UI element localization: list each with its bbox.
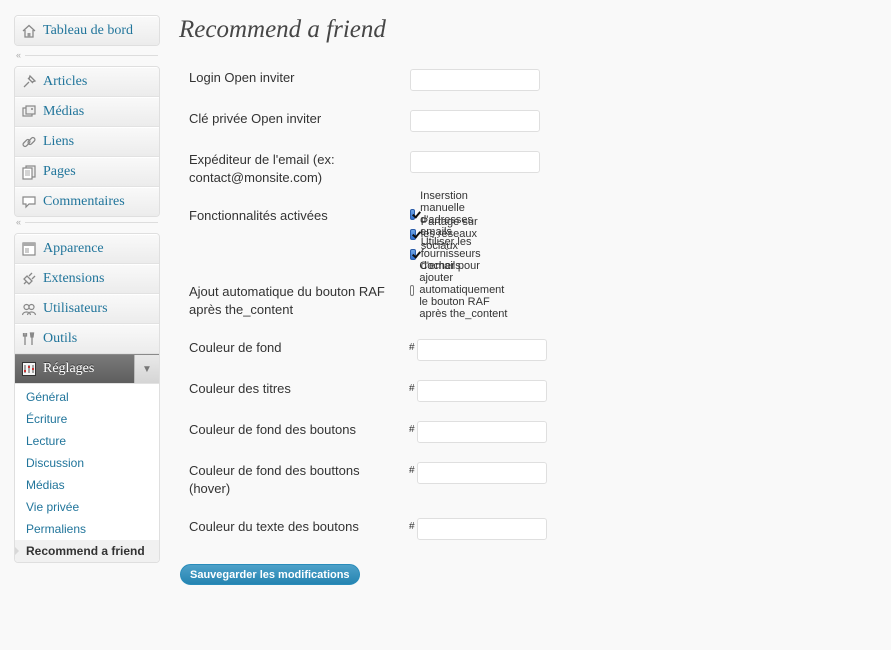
settings-submenu: Général Écriture Lecture Discussion Médi… [15,384,159,562]
sender-label: Expéditeur de l'email (ex: contact@monsi… [189,152,335,185]
titles-color-label: Couleur des titres [189,381,291,396]
button-hover-color-label: Couleur de fond des bouttons (hover) [189,463,360,496]
pages-icon [21,164,37,180]
button-hover-color-input[interactable] [417,462,547,484]
menu-item-commentaires[interactable]: Commentaires [15,187,159,216]
menu-label-pages: Pages [43,164,76,179]
submenu-vie-privee[interactable]: Vie privée [15,496,159,518]
pin-icon [21,74,37,90]
menu-item-articles[interactable]: Articles [15,67,159,97]
hash-prefix: # [409,342,415,353]
feature-manual-checkbox[interactable] [410,208,416,220]
private-key-input[interactable] [410,110,540,132]
page-title: Recommend a friend [179,16,386,43]
menu-label-articles: Articles [43,74,88,89]
menu-label-apparence: Apparence [43,241,104,256]
users-icon [21,301,37,317]
login-label: Login Open inviter [189,70,295,85]
menu-label-medias: Médias [43,104,85,119]
menu-item-medias[interactable]: Médias [15,97,159,127]
admin-menu: Apparence Extensions Utilisateurs Outils… [14,233,160,563]
tools-icon [21,331,37,347]
auto-button-option-label: Cocher pour ajouter automatiquement le b… [419,260,508,320]
bg-color-input[interactable] [417,339,547,361]
submenu-general[interactable]: Général [15,386,159,408]
collapse-arrows-icon: « [16,49,22,60]
button-bg-color-label: Couleur de fond des boutons [189,422,356,437]
hash-prefix: # [409,383,415,394]
plug-icon [21,271,37,287]
dashboard-menu: Tableau de bord [14,15,160,46]
hash-prefix: # [409,424,415,435]
key-label: Clé privée Open inviter [189,111,322,126]
collapse-arrows-icon: « [16,216,22,227]
submenu-lecture[interactable]: Lecture [15,430,159,452]
submenu-ecriture[interactable]: Écriture [15,408,159,430]
titles-color-input[interactable] [417,380,547,402]
home-icon [21,23,37,39]
auto-button-option[interactable]: Cocher pour ajouter automatiquement le b… [410,260,511,320]
menu-label-reglages: Réglages [43,361,95,376]
sender-email-input[interactable] [410,151,540,173]
button-text-color-label: Couleur du texte des boutons [189,519,359,534]
menu-item-apparence[interactable]: Apparence [15,234,159,264]
menu-separator[interactable]: « [14,50,158,60]
menu-item-utilisateurs[interactable]: Utilisateurs [15,294,159,324]
menu-label-utilisateurs: Utilisateurs [43,301,108,316]
button-bg-color-input[interactable] [417,421,547,443]
menu-label-commentaires: Commentaires [43,194,125,209]
hash-prefix: # [409,521,415,532]
menu-label-dashboard: Tableau de bord [43,23,133,38]
comment-icon [21,194,37,210]
login-input[interactable] [410,69,540,91]
features-label: Fonctionnalités activées [189,208,328,223]
auto-button-checkbox[interactable] [410,284,415,296]
chevron-down-icon[interactable]: ▼ [134,355,159,383]
link-icon [21,134,37,150]
menu-label-outils: Outils [43,331,78,346]
appearance-icon [21,241,37,257]
menu-separator[interactable]: « [14,217,158,227]
submenu-permaliens[interactable]: Permaliens [15,518,159,540]
submenu-recommend-a-friend[interactable]: Recommend a friend [15,540,159,562]
bg-color-label: Couleur de fond [189,340,282,355]
menu-item-reglages[interactable]: Réglages ▼ [15,354,159,384]
submenu-medias[interactable]: Médias [15,474,159,496]
save-button[interactable]: Sauvegarder les modifications [180,564,360,585]
menu-item-outils[interactable]: Outils [15,324,159,354]
menu-item-dashboard[interactable]: Tableau de bord [15,16,159,45]
button-text-color-input[interactable] [417,518,547,540]
feature-providers-checkbox[interactable] [410,248,416,260]
menu-label-extensions: Extensions [43,271,105,286]
hash-prefix: # [409,465,415,476]
content-menu: Articles Médias Liens Pages Commentaires [14,66,160,217]
menu-item-extensions[interactable]: Extensions [15,264,159,294]
auto-button-label: Ajout automatique du bouton RAF après th… [189,284,385,317]
menu-item-pages[interactable]: Pages [15,157,159,187]
feature-social-checkbox[interactable] [410,228,416,240]
settings-icon [21,361,37,377]
media-icon [21,104,37,120]
submenu-discussion[interactable]: Discussion [15,452,159,474]
menu-label-liens: Liens [43,134,75,149]
menu-item-liens[interactable]: Liens [15,127,159,157]
